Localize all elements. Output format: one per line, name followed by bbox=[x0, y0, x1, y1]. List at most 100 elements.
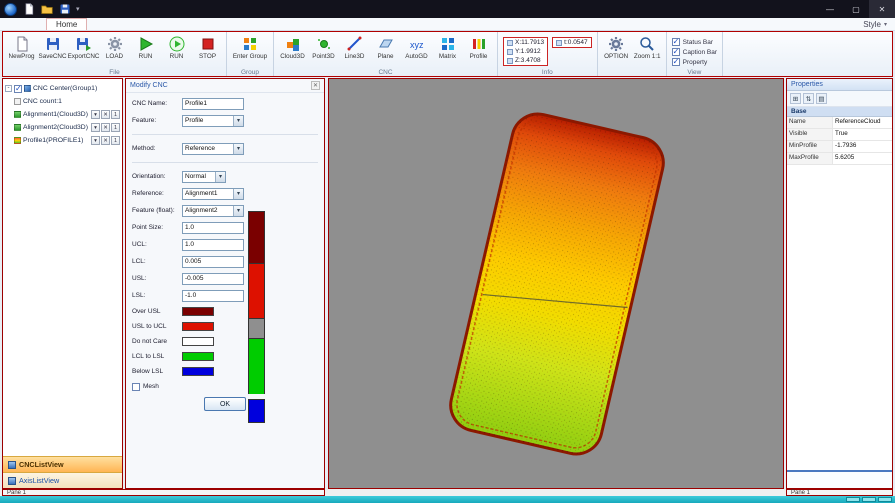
checkbox-icon[interactable] bbox=[14, 85, 22, 93]
tree-root-row[interactable]: - CNC Center(Group1) bbox=[5, 82, 120, 95]
save-cnc-icon bbox=[45, 36, 61, 52]
zoom-icon bbox=[639, 36, 655, 52]
node-run-once-button[interactable]: 1 bbox=[111, 136, 120, 145]
z-axis-icon bbox=[507, 58, 513, 64]
autogd-button[interactable]: xyz AutoGD bbox=[401, 34, 432, 60]
open-folder-icon[interactable] bbox=[40, 3, 53, 16]
plane-button[interactable]: Plane bbox=[370, 34, 401, 60]
status-bar-checkbox[interactable]: Status Bar bbox=[672, 38, 717, 46]
ribbon-group-caption-view: View bbox=[667, 69, 722, 76]
ucl-input[interactable] bbox=[182, 239, 244, 251]
nav-cnclistview[interactable]: CNCListView bbox=[3, 456, 122, 472]
resize-grip[interactable] bbox=[846, 497, 892, 502]
enter-group-button[interactable]: Enter Group bbox=[230, 34, 270, 60]
usl-to-ucl-swatch[interactable] bbox=[182, 322, 214, 331]
ribbon-group-info: X:11.7913 Y:1.9912 Z:3.4708 t:0.0547 Inf… bbox=[498, 32, 598, 76]
newprog-button[interactable]: NewProg bbox=[6, 34, 37, 60]
cnc-list-panel: - CNC Center(Group1) CNC count:1 Alignme… bbox=[2, 78, 123, 489]
cloud3d-button[interactable]: Cloud3D bbox=[277, 34, 308, 60]
property-row-visible[interactable]: Visible True bbox=[787, 129, 892, 141]
point-size-input[interactable] bbox=[182, 222, 244, 234]
exportcnc-button[interactable]: ExportCNC bbox=[68, 34, 99, 60]
property-pages-icon[interactable] bbox=[816, 93, 827, 104]
property-description-area bbox=[787, 470, 892, 488]
node-run-once-button[interactable]: 1 bbox=[111, 123, 120, 132]
quick-access-caret-icon[interactable]: ▾ bbox=[76, 5, 80, 13]
category-base[interactable]: Base bbox=[787, 107, 892, 117]
over-usl-label: Over USL bbox=[132, 308, 182, 315]
x-axis-icon bbox=[507, 40, 513, 46]
run-button[interactable]: RUN bbox=[130, 34, 161, 60]
profile-button[interactable]: Profile bbox=[463, 34, 494, 60]
orientation-select[interactable]: Normal bbox=[182, 171, 226, 183]
svg-text:xyz: xyz bbox=[410, 40, 424, 50]
ok-button[interactable]: OK bbox=[204, 397, 246, 411]
node-dropdown-button[interactable]: ▾ bbox=[91, 110, 100, 119]
run-alt-button[interactable]: RUN bbox=[161, 34, 192, 60]
matrix-button[interactable]: Matrix bbox=[432, 34, 463, 60]
point-cloud-canvas[interactable] bbox=[329, 79, 783, 488]
tree-row-profile1[interactable]: Profile1(PROFILE1) ▾ ✕ 1 bbox=[5, 134, 120, 147]
checkbox-icon bbox=[672, 48, 680, 56]
node-dropdown-button[interactable]: ▾ bbox=[91, 123, 100, 132]
tree-row-count[interactable]: CNC count:1 bbox=[5, 95, 120, 108]
node-delete-button[interactable]: ✕ bbox=[101, 110, 110, 119]
node-run-once-button[interactable]: 1 bbox=[111, 110, 120, 119]
stop-button[interactable]: STOP bbox=[192, 34, 223, 60]
point3d-icon bbox=[316, 36, 332, 52]
profile-node-icon bbox=[14, 137, 21, 144]
zoom-1-1-button[interactable]: Zoom 1:1 bbox=[632, 34, 663, 60]
do-not-care-label: Do not Care bbox=[132, 338, 182, 345]
savecnc-button[interactable]: SaveCNC bbox=[37, 34, 68, 60]
caption-bar-checkbox[interactable]: Caption Bar bbox=[672, 48, 717, 56]
property-checkbox[interactable]: Property bbox=[672, 58, 717, 66]
option-button[interactable]: OPTION bbox=[601, 34, 632, 60]
tab-home[interactable]: Home bbox=[46, 18, 87, 30]
feature-select[interactable]: Profile bbox=[182, 115, 244, 127]
cnc-name-input[interactable] bbox=[182, 98, 244, 110]
point3d-button[interactable]: Point3D bbox=[308, 34, 339, 60]
load-button[interactable]: LOAD bbox=[99, 34, 130, 60]
feature-float-select[interactable]: Alignment2 bbox=[182, 205, 244, 217]
scanned-phone-cloud[interactable] bbox=[446, 109, 669, 459]
tree-row-alignment2[interactable]: Alignment2(Cloud3D) ▾ ✕ 1 bbox=[5, 121, 120, 134]
viewport-3d[interactable] bbox=[328, 78, 784, 489]
below-lsl-swatch[interactable] bbox=[182, 367, 214, 376]
close-icon[interactable]: ✕ bbox=[311, 81, 320, 90]
nav-axislistview[interactable]: AxisListView bbox=[3, 472, 122, 488]
expander-icon[interactable]: - bbox=[5, 85, 12, 92]
do-not-care-swatch[interactable] bbox=[182, 337, 214, 346]
lsl-label: LSL: bbox=[132, 292, 182, 299]
node-delete-button[interactable]: ✕ bbox=[101, 136, 110, 145]
tree-item-label: Profile1(PROFILE1) bbox=[23, 137, 83, 144]
enter-group-icon bbox=[242, 36, 258, 52]
mesh-checkbox[interactable] bbox=[132, 383, 140, 391]
cnc-tree: - CNC Center(Group1) CNC count:1 Alignme… bbox=[3, 79, 122, 456]
matrix-icon bbox=[440, 36, 456, 52]
reference-select[interactable]: Alignment1 bbox=[182, 188, 244, 200]
usl-input[interactable] bbox=[182, 273, 244, 285]
minimize-button[interactable]: — bbox=[817, 0, 843, 18]
node-dropdown-button[interactable]: ▾ bbox=[91, 136, 100, 145]
scale-lcl-lsl bbox=[248, 338, 265, 394]
maximize-button[interactable]: ▢ bbox=[843, 0, 869, 18]
lsl-input[interactable] bbox=[182, 290, 244, 302]
line3d-button[interactable]: Line3D bbox=[339, 34, 370, 60]
new-file-icon[interactable] bbox=[22, 3, 35, 16]
lcl-to-lsl-swatch[interactable] bbox=[182, 352, 214, 361]
property-row-maxprofile[interactable]: MaxProfile 5.6205 bbox=[787, 153, 892, 165]
style-menu[interactable]: Style ▾ bbox=[863, 20, 887, 29]
method-select[interactable]: Reference bbox=[182, 143, 244, 155]
property-row-name[interactable]: Name ReferenceCloud bbox=[787, 117, 892, 129]
sort-alphabetical-icon[interactable] bbox=[803, 93, 814, 104]
tree-row-alignment1[interactable]: Alignment1(Cloud3D) ▾ ✕ 1 bbox=[5, 108, 120, 121]
over-usl-swatch[interactable] bbox=[182, 307, 214, 316]
node-delete-button[interactable]: ✕ bbox=[101, 123, 110, 132]
save-icon[interactable] bbox=[58, 3, 71, 16]
lcl-input[interactable] bbox=[182, 256, 244, 268]
close-button[interactable]: ✕ bbox=[869, 0, 895, 18]
chevron-down-icon bbox=[233, 116, 243, 126]
property-row-minprofile[interactable]: MinProfile -1.7936 bbox=[787, 141, 892, 153]
categorized-icon[interactable] bbox=[790, 93, 801, 104]
bottom-accent-bar bbox=[0, 496, 895, 503]
